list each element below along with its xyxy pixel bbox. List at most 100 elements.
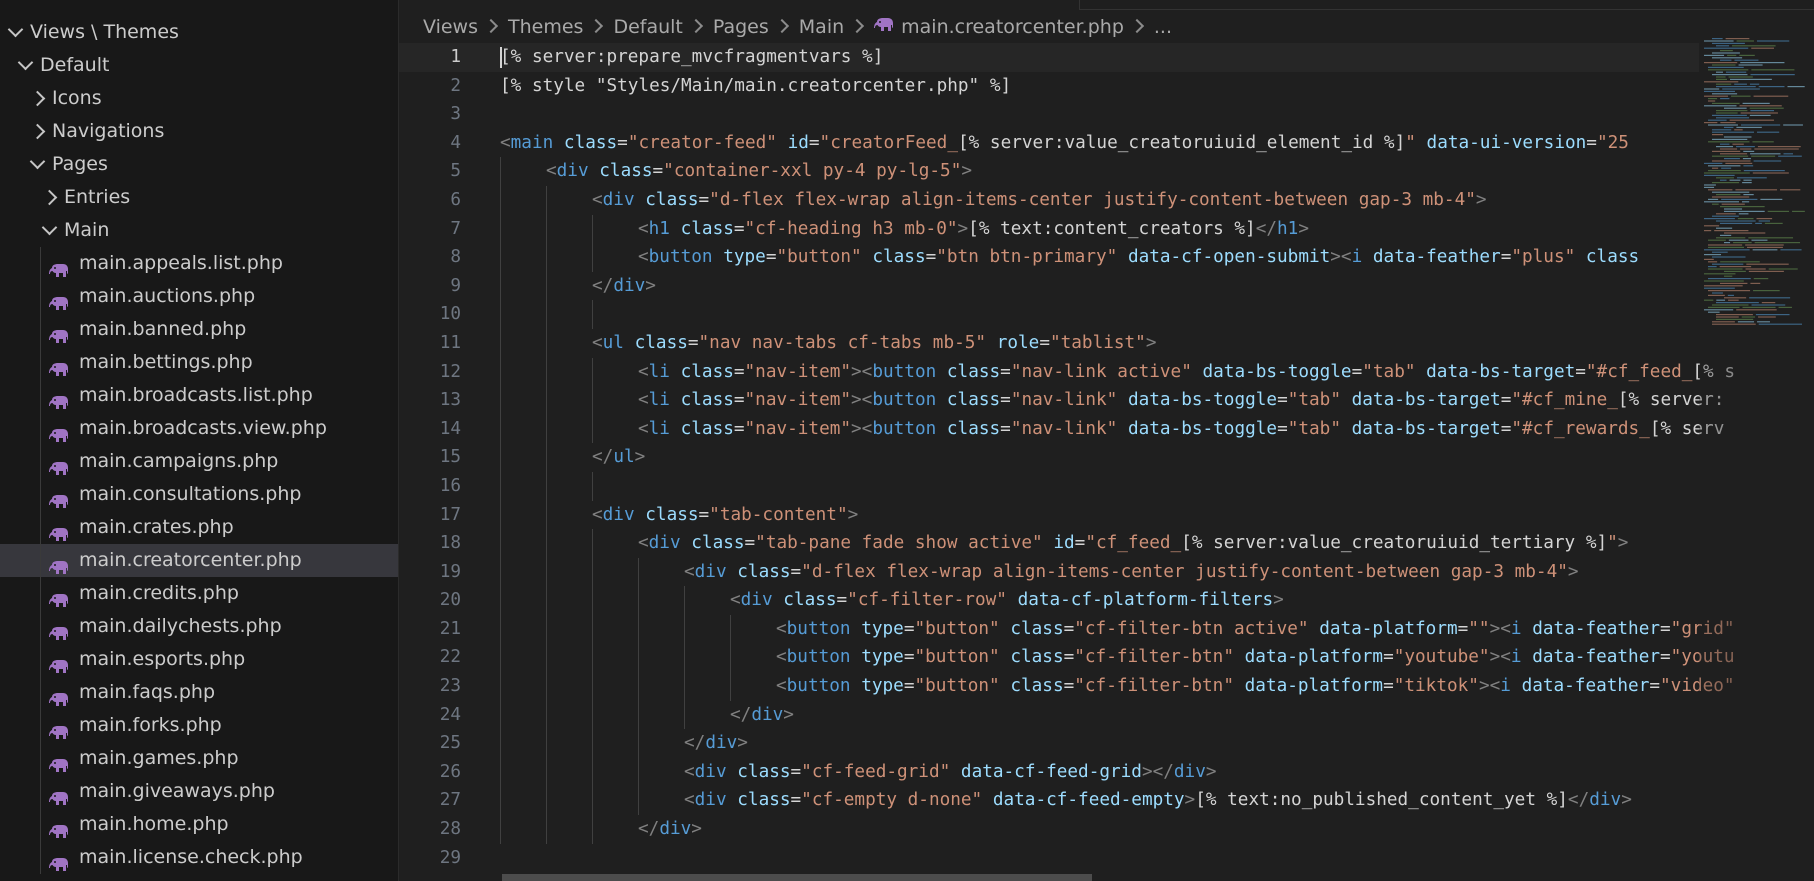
code-token: i bbox=[1500, 676, 1511, 697]
breadcrumb-item[interactable]: Views bbox=[423, 16, 478, 38]
code-line[interactable]: 3 bbox=[399, 100, 1699, 129]
tree-file[interactable]: main.crates.php bbox=[0, 511, 398, 544]
tree-folder-main[interactable]: Main bbox=[0, 214, 398, 247]
code-line[interactable]: 1 [% server:prepare_mvcfragmentvars %] bbox=[399, 43, 1699, 72]
tree-file[interactable]: main.broadcasts.list.php bbox=[0, 379, 398, 412]
tree-item-label: main.campaigns.php bbox=[79, 450, 279, 472]
tree-folder-navigations[interactable]: Navigations bbox=[0, 115, 398, 148]
tree-file[interactable]: main.forks.php bbox=[0, 709, 398, 742]
breadcrumb-item[interactable]: Themes bbox=[508, 16, 583, 38]
tree-file[interactable]: main.games.php bbox=[0, 742, 398, 775]
code-line[interactable]: 28 </div> bbox=[399, 815, 1699, 844]
code-line[interactable]: 17 <div class="tab-content"> bbox=[399, 500, 1699, 530]
tree-file[interactable]: main.faqs.php bbox=[0, 676, 398, 709]
code-line[interactable]: 12 <li class="nav-item"><button class="na… bbox=[399, 357, 1735, 387]
indent-guide bbox=[40, 676, 41, 709]
breadcrumb-item[interactable]: Default bbox=[613, 16, 682, 38]
tree-file[interactable]: main.home.php bbox=[0, 808, 398, 841]
minimap-line bbox=[1734, 83, 1747, 85]
tree-folder-icons[interactable]: Icons bbox=[0, 82, 398, 115]
code-token: "tab" bbox=[1287, 390, 1341, 411]
breadcrumb-file[interactable]: main.creatorcenter.php bbox=[901, 16, 1124, 38]
code-token: = bbox=[733, 418, 745, 439]
code-line[interactable]: 21 <button type="button" class="cf-filter… bbox=[399, 614, 1735, 644]
minimap-line bbox=[1704, 88, 1720, 90]
minimap-line bbox=[1743, 194, 1754, 196]
minimap[interactable] bbox=[1700, 36, 1808, 336]
code-line[interactable]: 29 bbox=[399, 844, 1699, 873]
code-token: < bbox=[776, 618, 787, 639]
code-line[interactable]: 23 <button type="button" class="cf-filter… bbox=[399, 672, 1735, 701]
minimap-line bbox=[1720, 282, 1748, 284]
code-editor[interactable]: Views Themes Default Pages Main main.creatorc… bbox=[399, 0, 1814, 881]
code-line[interactable]: 14 <li class="nav-item"><button class="na… bbox=[399, 414, 1724, 444]
code-line[interactable]: 20 <div class="cf-filter-row" data-cf-pla… bbox=[399, 586, 1699, 615]
code-line[interactable]: 8 <button type="button" class="btn btn-pr… bbox=[399, 243, 1699, 272]
code-line[interactable]: 10 bbox=[399, 300, 1699, 329]
tree-file-selected[interactable]: main.creatorcenter.php bbox=[0, 544, 398, 577]
breadcrumb-item[interactable]: Main bbox=[799, 16, 844, 38]
code-token: = bbox=[1063, 676, 1075, 697]
php-file-icon bbox=[49, 520, 68, 541]
tree-folder-pages[interactable]: Pages bbox=[0, 148, 398, 181]
code-line[interactable]: 2 [% style "Styles/Main/main.creatorcente… bbox=[399, 72, 1699, 101]
minimap-line bbox=[1720, 153, 1748, 155]
tree-folder-entries[interactable]: Entries bbox=[0, 181, 398, 214]
tree-folder-default[interactable]: Default bbox=[0, 49, 398, 82]
code-line[interactable]: 27 <div class="cf-empty d-none" data-cf-f… bbox=[399, 786, 1699, 816]
code-line[interactable]: 13 <li class="nav-item"><button class="na… bbox=[399, 386, 1724, 415]
code-line[interactable]: 11 <ul class="nav nav-tabs cf-tabs mb-5" … bbox=[399, 328, 1699, 358]
code-line[interactable]: 26 <div class="cf-feed-grid" data-cf-feed… bbox=[399, 757, 1699, 787]
code-line[interactable]: 22 <button type="button" class="cf-filter… bbox=[399, 643, 1735, 673]
chevron-right-icon bbox=[483, 18, 499, 34]
minimap-line bbox=[1778, 306, 1792, 308]
code-area[interactable]: 1 [% server:prepare_mvcfragmentvars %] 2 [%… bbox=[399, 43, 1735, 873]
code-token: >< bbox=[1330, 247, 1352, 268]
indent-guide bbox=[592, 700, 593, 730]
code-line[interactable]: 25 </div> bbox=[399, 729, 1699, 758]
code-token: = bbox=[733, 361, 745, 382]
code-line[interactable]: 18 <div class="tab-pane fade show active"… bbox=[399, 529, 1699, 558]
line-number: 11 bbox=[439, 332, 461, 353]
minimap-line bbox=[1704, 174, 1735, 176]
tree-file[interactable]: main.banned.php bbox=[0, 313, 398, 346]
code-token: > bbox=[737, 733, 748, 754]
minimap-line bbox=[1708, 244, 1743, 246]
code-line[interactable]: 24 </div> bbox=[399, 700, 1699, 730]
tree-file[interactable]: main.bettings.php bbox=[0, 346, 398, 379]
breadcrumb-item[interactable]: Pages bbox=[713, 16, 769, 38]
indent-guide bbox=[592, 557, 593, 587]
code-line[interactable]: 16 bbox=[399, 471, 1699, 501]
code-line[interactable]: 5 <div class="container-xxl py-4 py-lg-5"… bbox=[399, 157, 1699, 186]
minimap-line bbox=[1756, 218, 1773, 220]
code-line[interactable]: 9 </div> bbox=[399, 271, 1699, 301]
tree-file[interactable]: main.consultations.php bbox=[0, 478, 398, 511]
minimap-line bbox=[1751, 304, 1786, 306]
horizontal-scrollbar[interactable] bbox=[502, 874, 1092, 881]
tree-file[interactable]: main.esports.php bbox=[0, 643, 398, 676]
tree-file[interactable]: main.appeals.list.php bbox=[0, 247, 398, 280]
minimap-line bbox=[1750, 282, 1761, 284]
tree-item-label: main.broadcasts.view.php bbox=[79, 417, 327, 439]
code-line[interactable]: 15 </ul> bbox=[399, 443, 1699, 472]
tree-folder-views-themes[interactable]: Views \ Themes bbox=[0, 16, 398, 49]
tree-file[interactable]: main.credits.php bbox=[0, 577, 398, 610]
code-line[interactable]: 6 <div class="d-flex flex-wrap align-item… bbox=[399, 185, 1699, 215]
code-token: = bbox=[733, 218, 745, 239]
tree-file[interactable]: main.dailychests.php bbox=[0, 610, 398, 643]
breadcrumb-symbol-ellipsis[interactable]: ... bbox=[1154, 16, 1172, 38]
tree-file[interactable]: main.campaigns.php bbox=[0, 445, 398, 478]
minimap-line bbox=[1704, 218, 1735, 220]
code-line[interactable]: 4 <main class="creator-feed" id="creatorF… bbox=[399, 129, 1699, 158]
tree-file[interactable]: main.giveaways.php bbox=[0, 775, 398, 808]
tree-file[interactable]: main.broadcasts.view.php bbox=[0, 412, 398, 445]
tree-file[interactable]: main.auctions.php bbox=[0, 280, 398, 313]
minimap-line bbox=[1719, 266, 1752, 268]
code-line[interactable]: 19 <div class="d-flex flex-wrap align-ite… bbox=[399, 557, 1699, 587]
tree-file[interactable]: main.license.check.php bbox=[0, 841, 398, 874]
code-line[interactable]: 7 <h1 class="cf-heading h3 mb-0">[% text:… bbox=[399, 214, 1699, 244]
